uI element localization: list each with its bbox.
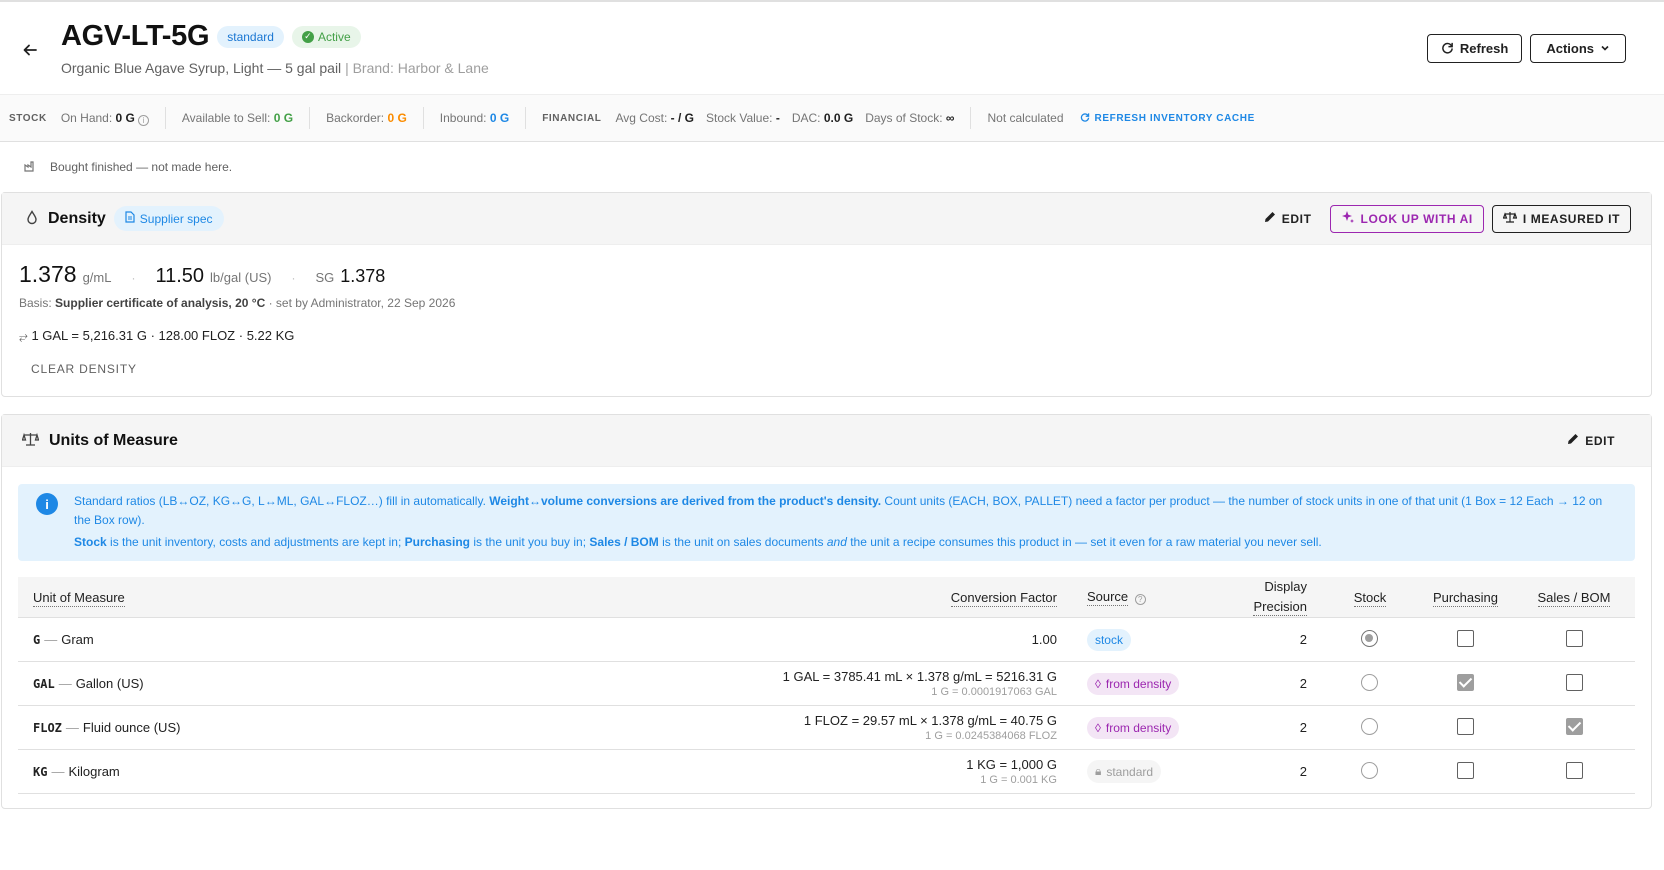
uom-table: Unit of Measure Conversion Factor Source… (18, 577, 1635, 794)
sales-bom-checkbox[interactable] (1565, 761, 1583, 779)
density-values: 1.378 g/mL · 11.50 lb/gal (US) · SG 1.37… (19, 261, 386, 287)
document-icon (125, 211, 135, 226)
density-edit-button[interactable]: EDIT (1254, 205, 1322, 233)
col-source[interactable]: Source ? (1071, 577, 1222, 618)
refresh-icon (1441, 41, 1454, 57)
pencil-icon (1264, 211, 1276, 226)
scale-icon (21, 432, 40, 449)
table-row: KG — Kilogram 1 KG = 1,000 G1 G = 0.001 KG… (18, 749, 1635, 794)
purchasing-checkbox[interactable] (1456, 717, 1474, 735)
back-arrow-icon[interactable] (20, 40, 40, 60)
purchasing-checkbox[interactable] (1456, 761, 1474, 779)
density-g-ml: 1.378 (19, 261, 77, 287)
inbound-stat: Inbound: 0 G (439, 111, 510, 125)
product-subtitle: Organic Blue Agave Syrup, Light — 5 gal … (61, 60, 489, 76)
purchasing-checkbox[interactable] (1456, 629, 1474, 647)
refresh-label: Refresh (1459, 41, 1509, 56)
uom-title: Units of Measure (49, 431, 178, 449)
col-stock[interactable]: Stock (1321, 577, 1418, 618)
help-icon[interactable]: ? (1134, 594, 1146, 605)
chevron-down-icon (1600, 41, 1610, 56)
bought-finished-note: Bought finished — not made here. (0, 142, 1664, 192)
actions-label: Actions (1546, 41, 1594, 56)
stock-section-label: STOCK (9, 112, 47, 124)
table-header-row: Unit of Measure Conversion Factor Source… (18, 577, 1635, 618)
stock-radio[interactable] (1361, 761, 1379, 779)
page-title: AGV-LT-5G (61, 20, 210, 52)
sales-bom-checkbox[interactable] (1565, 673, 1583, 691)
col-sales-bom[interactable]: Sales / BOM (1513, 577, 1635, 618)
lock-icon: 🔒︎ (1094, 764, 1102, 778)
scale-icon (1502, 211, 1518, 226)
swap-icon: ⥂ (19, 331, 28, 343)
check-circle-icon: ✓ (301, 30, 314, 43)
days-of-stock-stat: Days of Stock: ∞ (865, 111, 955, 125)
col-uom[interactable]: Unit of Measure (18, 577, 407, 618)
financial-section-label: FINANCIAL (542, 112, 602, 124)
sales-bom-checkbox[interactable] (1565, 629, 1583, 647)
density-lb-gal: 11.50 (155, 265, 205, 287)
not-calculated-text: Not calculated (987, 111, 1064, 125)
uom-info-alert: i Standard ratios (LB↔OZ, KG↔G, L↔ML, GA… (18, 484, 1635, 561)
dac-stat: DAC: 0.0 G (791, 111, 854, 125)
factory-icon (24, 160, 36, 175)
sales-bom-checkbox[interactable] (1565, 717, 1583, 735)
specific-gravity: 1.378 (340, 266, 386, 286)
pencil-icon (1567, 433, 1579, 448)
supplier-spec-chip: Supplier spec (113, 206, 224, 231)
status-badge: ✓ Active (291, 25, 361, 48)
source-chip: 🔒︎ standard (1086, 760, 1162, 783)
density-title: Density (48, 209, 106, 227)
inventory-stats-bar: STOCK On Hand: 0 Gi Available to Sell: 0… (0, 94, 1664, 142)
refresh-icon (1080, 112, 1090, 125)
density-basis: Basis: Supplier certificate of analysis,… (19, 296, 456, 310)
source-chip: ◊ from density (1086, 672, 1180, 695)
stock-radio[interactable] (1361, 673, 1379, 691)
info-icon: i (36, 493, 58, 515)
sparkle-icon (1341, 210, 1355, 227)
density-conversion-line: ⥂ 1 GAL = 5,216.31 G · 128.00 FLOZ · 5.2… (19, 328, 295, 343)
stock-radio[interactable] (1361, 629, 1379, 647)
divider (164, 107, 166, 129)
col-purchasing[interactable]: Purchasing (1417, 577, 1513, 618)
divider (422, 107, 424, 129)
units-of-measure-card: Units of Measure EDIT i Standard ratios … (1, 414, 1652, 809)
divider (525, 107, 527, 129)
col-conversion-factor[interactable]: Conversion Factor (406, 577, 1072, 618)
density-card: Density Supplier spec EDIT LOOK UP WITH … (1, 192, 1652, 397)
refresh-inventory-cache-button[interactable]: REFRESH INVENTORY CACHE (1080, 112, 1255, 125)
uom-edit-button[interactable]: EDIT (1557, 427, 1625, 455)
stock-value-stat: Stock Value: - (706, 111, 780, 125)
brand-label: | Brand: Harbor & Lane (345, 60, 489, 76)
table-row: GAL — Gallon (US) 1 GAL = 3785.41 mL × 1.3… (18, 661, 1635, 706)
water-drop-icon (26, 209, 38, 228)
page-header: AGV-LT-5G standard ✓ Active Organic Blue… (0, 2, 1664, 94)
actions-button[interactable]: Actions (1530, 34, 1626, 63)
on-hand-stat: On Hand: 0 Gi (61, 111, 149, 126)
source-chip: stock (1086, 628, 1131, 651)
type-chip: standard (217, 25, 284, 48)
avg-cost-stat: Avg Cost: - / G (615, 111, 695, 125)
i-measured-it-button[interactable]: I MEASURED IT (1491, 204, 1631, 233)
table-row: G — Gram 1.00 stock 2 (18, 617, 1635, 662)
refresh-button[interactable]: Refresh (1426, 34, 1523, 63)
table-row: FLOZ — Fluid ounce (US) 1 FLOZ = 29.57 mL … (18, 705, 1635, 750)
product-description: Organic Blue Agave Syrup, Light — 5 gal … (61, 60, 342, 76)
col-display-precision[interactable]: Display Precision (1221, 577, 1322, 618)
clear-density-button[interactable]: CLEAR DENSITY (31, 362, 137, 376)
available-stat: Available to Sell: 0 G (181, 111, 294, 125)
purchasing-checkbox[interactable] (1456, 673, 1474, 691)
status-label: Active (317, 29, 351, 44)
backorder-stat: Backorder: 0 G (326, 111, 407, 125)
source-chip: ◊ from density (1086, 716, 1180, 739)
look-up-with-ai-button[interactable]: LOOK UP WITH AI (1329, 204, 1484, 233)
divider (970, 107, 972, 129)
water-drop-icon: ◊ (1094, 720, 1101, 735)
stock-radio[interactable] (1361, 717, 1379, 735)
water-drop-icon: ◊ (1094, 676, 1101, 691)
divider (309, 107, 311, 129)
info-icon[interactable]: i (137, 114, 149, 126)
